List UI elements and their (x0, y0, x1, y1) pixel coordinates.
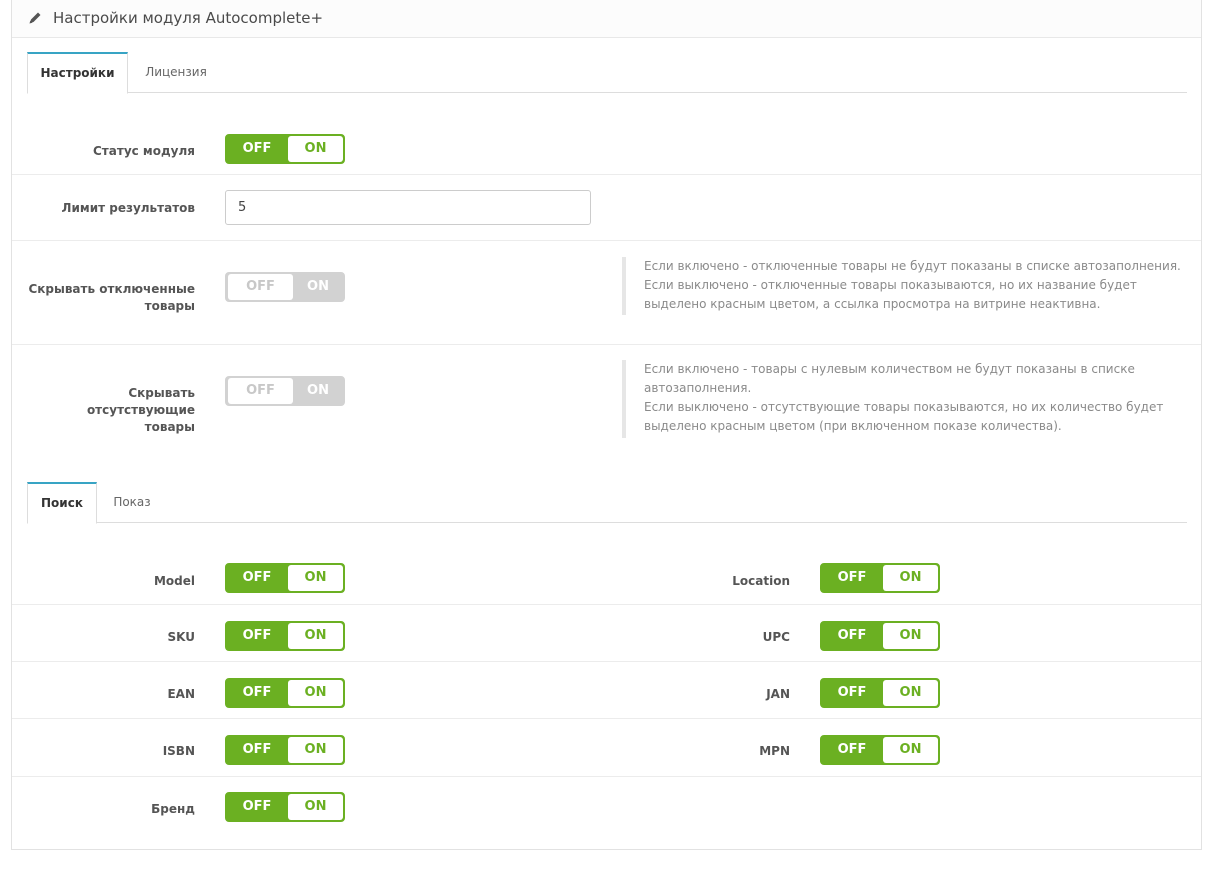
settings-panel: Настройки модуля Autocomplete+ Настройки… (11, 0, 1202, 850)
isbn-toggle[interactable]: OFF ON (225, 735, 345, 765)
tab-search[interactable]: Поиск (27, 482, 97, 524)
toggle-on: ON (883, 737, 938, 763)
model-toggle[interactable]: OFF ON (225, 563, 345, 593)
panel-heading: Настройки модуля Autocomplete+ (12, 0, 1201, 38)
toggle-off: OFF (242, 628, 272, 643)
toggle-on: ON (307, 383, 329, 398)
toggle-off: OFF (837, 570, 867, 585)
toggle-on: ON (288, 680, 343, 706)
toggle-on: ON (288, 794, 343, 820)
toggle-on: ON (883, 623, 938, 649)
brand-label: Бренд (151, 802, 195, 816)
search-row: ISBN OFF ON MPN OFF ON (12, 719, 1201, 777)
toggle-off: OFF (837, 742, 867, 757)
status-label: Статус модуля (93, 144, 195, 158)
top-tabs: Настройки Лицензия (27, 52, 1187, 94)
isbn-label: ISBN (162, 744, 195, 758)
hide-missing-help: Если включено - товары с нулевым количес… (622, 360, 1163, 438)
brand-toggle[interactable]: OFF ON (225, 792, 345, 822)
sku-label: SKU (167, 630, 195, 644)
hide-missing-row: Скрывать отсутствующие товары OFF ON Есл… (12, 345, 1201, 450)
location-toggle[interactable]: OFF ON (820, 563, 940, 593)
toggle-off: OFF (837, 685, 867, 700)
toggle-on: ON (288, 565, 343, 591)
status-row: Статус модуля OFF ON (12, 114, 1201, 175)
toggle-off: OFF (242, 141, 272, 156)
toggle-off: OFF (228, 378, 293, 404)
hide-disabled-toggle[interactable]: OFF ON (225, 272, 345, 302)
hide-disabled-help: Если включено - отключенные товары не бу… (622, 257, 1181, 315)
limit-label: Лимит результатов (61, 201, 195, 215)
hide-missing-toggle[interactable]: OFF ON (225, 376, 345, 406)
tab-settings[interactable]: Настройки (27, 52, 128, 94)
jan-label: JAN (766, 687, 790, 701)
hide-missing-label: Скрывать отсутствующие товары (86, 386, 195, 434)
toggle-off: OFF (242, 799, 272, 814)
jan-toggle[interactable]: OFF ON (820, 678, 940, 708)
hide-disabled-label: Скрывать отключенные товары (28, 282, 195, 313)
tab-display[interactable]: Показ (100, 482, 164, 523)
mpn-toggle[interactable]: OFF ON (820, 735, 940, 765)
limit-input[interactable]: 5 (225, 190, 591, 225)
page-title: Настройки модуля Autocomplete+ (53, 9, 324, 27)
limit-row: Лимит результатов 5 (12, 175, 1201, 241)
ean-label: EAN (167, 687, 195, 701)
toggle-on: ON (288, 737, 343, 763)
search-row: Бренд OFF ON (12, 777, 1201, 837)
search-row: Model OFF ON Location OFF ON (12, 548, 1201, 605)
upc-label: UPC (762, 630, 790, 644)
hide-disabled-row: Скрывать отключенные товары OFF ON Если … (12, 241, 1201, 345)
status-toggle[interactable]: OFF ON (225, 134, 345, 164)
toggle-off: OFF (837, 628, 867, 643)
sku-toggle[interactable]: OFF ON (225, 621, 345, 651)
search-row: EAN OFF ON JAN OFF ON (12, 662, 1201, 719)
pencil-icon (29, 12, 41, 24)
toggle-on: ON (307, 279, 329, 294)
ean-toggle[interactable]: OFF ON (225, 678, 345, 708)
tab-license[interactable]: Лицензия (131, 52, 221, 93)
toggle-on: ON (883, 680, 938, 706)
upc-toggle[interactable]: OFF ON (820, 621, 940, 651)
toggle-off: OFF (242, 570, 272, 585)
search-row: SKU OFF ON UPC OFF ON (12, 605, 1201, 662)
sub-tabs: Поиск Показ (27, 482, 1187, 524)
model-label: Model (153, 574, 195, 588)
location-label: Location (732, 574, 790, 588)
mpn-label: MPN (759, 744, 790, 758)
toggle-off: OFF (242, 685, 272, 700)
toggle-on: ON (883, 565, 938, 591)
toggle-on: ON (288, 623, 343, 649)
toggle-off: OFF (242, 742, 272, 757)
toggle-on: ON (288, 136, 343, 162)
toggle-off: OFF (228, 274, 293, 300)
